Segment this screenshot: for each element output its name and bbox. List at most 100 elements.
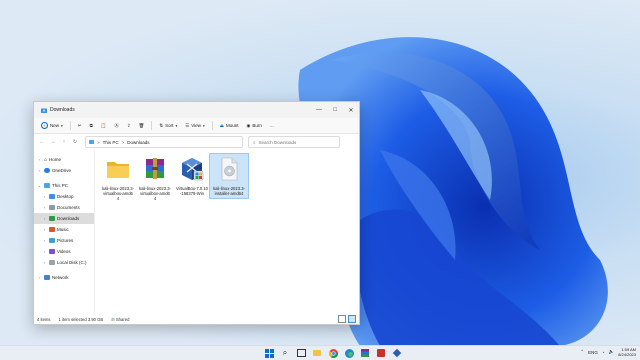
sidebar-item-label: Music (57, 227, 69, 232)
task-view-icon (296, 349, 306, 357)
winrar-taskbar-button[interactable] (360, 348, 370, 358)
sidebar-item-home[interactable]: › ⌂ Home (34, 154, 94, 165)
file-item[interactable]: VirtualBox-7.0.10 -158379-Win (173, 154, 211, 198)
sidebar-item-downloads[interactable]: › Downloads (34, 213, 94, 224)
sidebar-item-this-pc[interactable]: ⌄ This PC (34, 180, 94, 191)
view-button[interactable]: ☰ View ▾ (182, 120, 208, 131)
mount-icon: ⏏ (219, 122, 224, 128)
music-folder-icon (49, 227, 55, 232)
sidebar-item-desktop[interactable]: › Desktop (34, 191, 94, 202)
chevron-up-icon[interactable]: ⌃ (580, 349, 584, 355)
close-button[interactable]: ✕ (343, 102, 359, 118)
sidebar-item-videos[interactable]: › Videos (34, 246, 94, 257)
videos-folder-icon (49, 249, 55, 254)
back-arrow-icon[interactable]: ← (38, 139, 46, 145)
rename-icon: Ⓐ (114, 122, 119, 128)
title-bar: Downloads — □ ✕ (34, 102, 359, 118)
scissors-icon: ✂ (77, 122, 82, 128)
copy-button[interactable]: ⧉ (87, 120, 96, 131)
minimize-button[interactable]: — (311, 102, 327, 118)
computer-icon (44, 183, 50, 188)
breadcrumb-downloads[interactable]: Downloads (127, 140, 149, 145)
breadcrumb-separator: > (97, 139, 100, 145)
home-icon: ⌂ (44, 156, 48, 163)
chevron-right-icon: › (43, 216, 46, 221)
address-row: ← → ↑ ↻ > This PC > Downloads ⌕ Search D… (34, 134, 359, 150)
app-taskbar-button[interactable] (376, 348, 386, 358)
share-icon: ⇪ (126, 122, 131, 128)
chevron-right-icon: › (38, 275, 41, 280)
forward-arrow-icon[interactable]: → (49, 139, 57, 145)
chevron-down-icon: ⌄ (37, 183, 42, 188)
language-indicator[interactable]: ENG (588, 350, 598, 355)
computer-icon (89, 140, 94, 144)
chevron-right-icon: › (38, 157, 41, 162)
search-button[interactable]: ⌕ (280, 348, 290, 358)
sidebar-item-label: Local Disk (C:) (57, 260, 87, 265)
more-options-button[interactable]: ... (267, 120, 277, 131)
virtualbox-taskbar-button[interactable] (392, 348, 402, 358)
tab-downloads[interactable]: Downloads (37, 104, 79, 116)
refresh-icon[interactable]: ↻ (71, 139, 79, 145)
mount-button[interactable]: ⏏ Mount (217, 120, 242, 131)
tiles-view-button[interactable] (348, 315, 356, 323)
breadcrumb-separator: > (121, 139, 125, 145)
windows-logo-icon (264, 348, 274, 358)
delete-button[interactable]: 🗑 (136, 120, 148, 131)
chrome-taskbar-button[interactable] (328, 348, 338, 358)
wifi-icon[interactable]: ◔ (602, 350, 605, 355)
volume-icon[interactable]: 🔈 (609, 349, 615, 355)
burn-label: Burn (252, 123, 262, 128)
file-item[interactable]: kali-linux-2023.3- virtualbox-amd6 4 (99, 154, 137, 203)
drive-icon (49, 260, 55, 265)
share-button[interactable]: ⇪ (124, 120, 134, 131)
shared-status: ⊞ Shared (111, 316, 130, 322)
sidebar-item-local-disk[interactable]: › Local Disk (C:) (34, 257, 94, 268)
edge-taskbar-button[interactable] (344, 348, 354, 358)
file-name: kali-linux-2023.3- installer-amd64 (213, 186, 245, 196)
new-button[interactable]: + New ▾ (38, 120, 66, 131)
sidebar-item-label: Home (49, 157, 62, 162)
file-item[interactable]: kali-linux-2023.3- virtualbox-amd6 4 (136, 154, 174, 203)
downloads-folder-icon (41, 108, 47, 113)
plus-circle-icon: + (41, 122, 48, 129)
chevron-right-icon: › (43, 194, 46, 199)
desktop-folder-icon (49, 194, 55, 199)
edge-icon (344, 348, 354, 358)
sidebar-item-documents[interactable]: › Documents (34, 202, 94, 213)
status-bar: 4 items 1 item selected 3.90 GB ⊞ Shared (34, 314, 359, 324)
chevron-right-icon: › (43, 205, 46, 210)
navigation-pane: › ⌂ Home › OneDrive ⌄ This PC › Desktop (34, 150, 95, 314)
paste-button[interactable]: 📋 (98, 120, 110, 131)
search-box[interactable]: ⌕ Search Downloads (248, 136, 340, 148)
copy-icon: ⧉ (89, 123, 93, 128)
sidebar-item-onedrive[interactable]: › OneDrive (34, 165, 94, 176)
pictures-folder-icon (49, 238, 55, 243)
start-button[interactable] (264, 348, 274, 358)
file-name: kali-linux-2023.3- virtualbox-amd6 4 (139, 186, 171, 201)
sidebar-item-pictures[interactable]: › Pictures (34, 235, 94, 246)
sidebar-item-label: Documents (57, 205, 80, 210)
search-icon: ⌕ (282, 348, 288, 357)
task-view-button[interactable] (296, 348, 306, 358)
file-explorer-taskbar-button[interactable] (312, 348, 322, 358)
sort-button[interactable]: ⇅ Sort ▾ (156, 120, 180, 131)
chevron-down-icon: ▾ (61, 123, 63, 128)
onedrive-icon (44, 168, 50, 173)
file-item-selected[interactable]: kali-linux-2023.3- installer-amd64 (209, 153, 249, 199)
sidebar-item-network[interactable]: › Network (34, 272, 94, 283)
maximize-button[interactable]: □ (327, 102, 343, 118)
cut-button[interactable]: ✂ (75, 120, 85, 131)
burn-button[interactable]: ◉ Burn (243, 120, 264, 131)
breadcrumb-this-pc[interactable]: This PC (103, 140, 119, 145)
details-view-button[interactable] (338, 315, 346, 323)
red-app-icon (377, 349, 385, 357)
folder-icon (313, 350, 321, 356)
sidebar-item-music[interactable]: › Music (34, 224, 94, 235)
clock[interactable]: 1:59 AM 8/24/2023 (618, 347, 636, 357)
up-arrow-icon[interactable]: ↑ (60, 139, 68, 145)
selection-info: 1 item selected 3.90 GB (58, 316, 104, 322)
address-bar[interactable]: > This PC > Downloads (85, 136, 243, 148)
rename-button[interactable]: Ⓐ (111, 120, 122, 131)
mount-label: Mount (225, 123, 239, 128)
